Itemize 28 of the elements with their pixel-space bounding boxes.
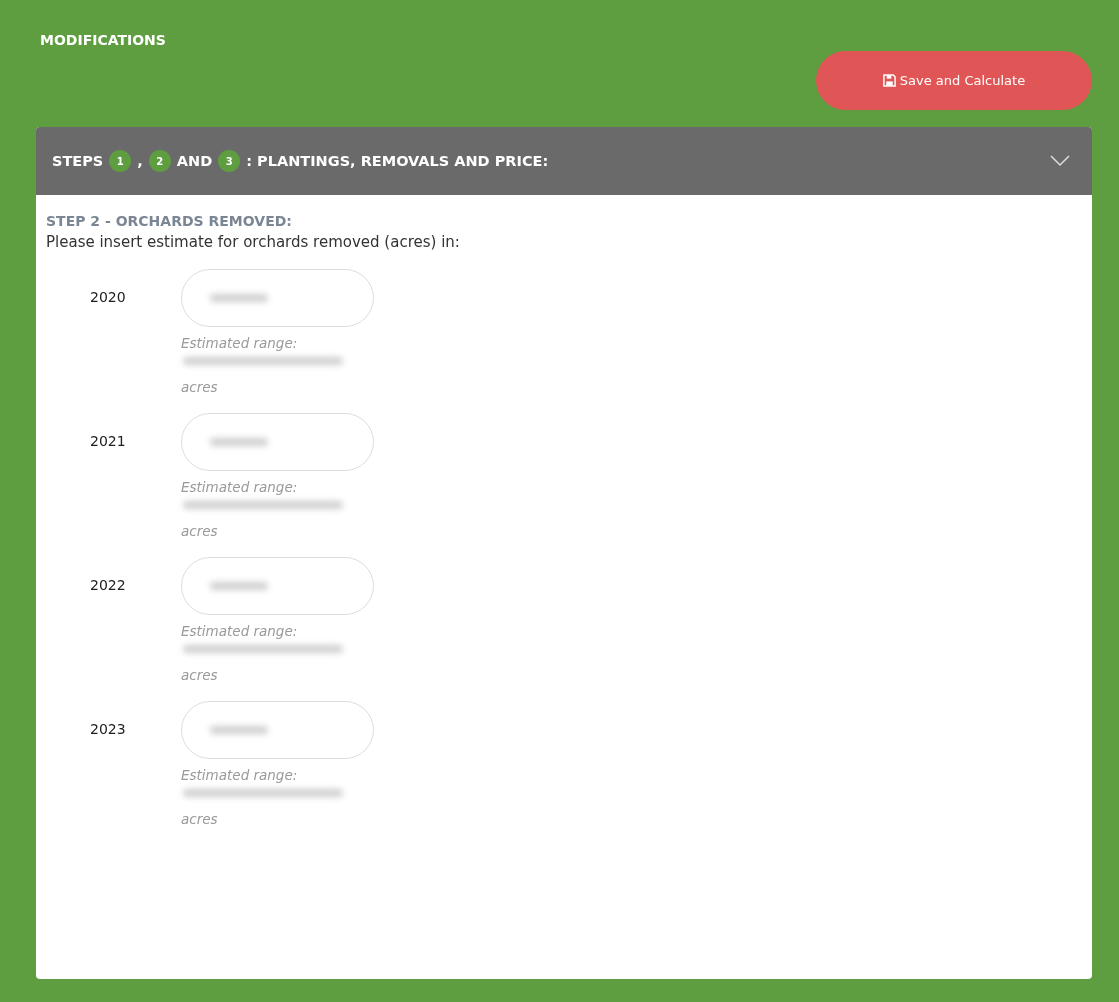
accordion-title: AND (176, 153, 213, 169)
range-label: Estimated range: (181, 479, 298, 495)
blurred-value (210, 582, 268, 590)
unit-label: acres (181, 811, 218, 827)
unit-label: acres (181, 379, 218, 395)
year-label: 2022 (90, 577, 127, 593)
step-number: 1 (109, 150, 132, 172)
step-heading: STEP 2 - ORCHARDS REMOVED: (46, 213, 293, 229)
blurred-value (210, 438, 268, 446)
accordion-title: , (137, 153, 143, 169)
accordion-title: : PLANTINGS, REMOVALS AND PRICE: (246, 153, 549, 169)
unit-label: acres (181, 523, 218, 539)
year-label: 2020 (90, 289, 127, 305)
range-label: Estimated range: (181, 767, 298, 783)
accordion-header[interactable]: STEPS 1 , 2 AND 3 : PLANTINGS, REMOVALS AND PRICE: (36, 127, 1092, 195)
year-label: 2023 (90, 721, 127, 737)
range-label: Estimated range: (181, 335, 298, 351)
year-label: 2021 (90, 433, 127, 449)
blurred-value (210, 726, 268, 734)
step-number: 3 (218, 150, 241, 172)
step-number: 2 (148, 150, 171, 172)
accordion-title: STEPS (52, 153, 104, 169)
unit-label: acres (181, 667, 218, 683)
save-button[interactable]: Save and Calculate (816, 51, 1092, 110)
range-label: Estimated range: (181, 623, 298, 639)
instruction-text: Please insert estimate for orchards removed (acres) in: (46, 233, 461, 251)
section-title: MODIFICATIONS (40, 32, 166, 48)
blurred-value (210, 294, 268, 302)
